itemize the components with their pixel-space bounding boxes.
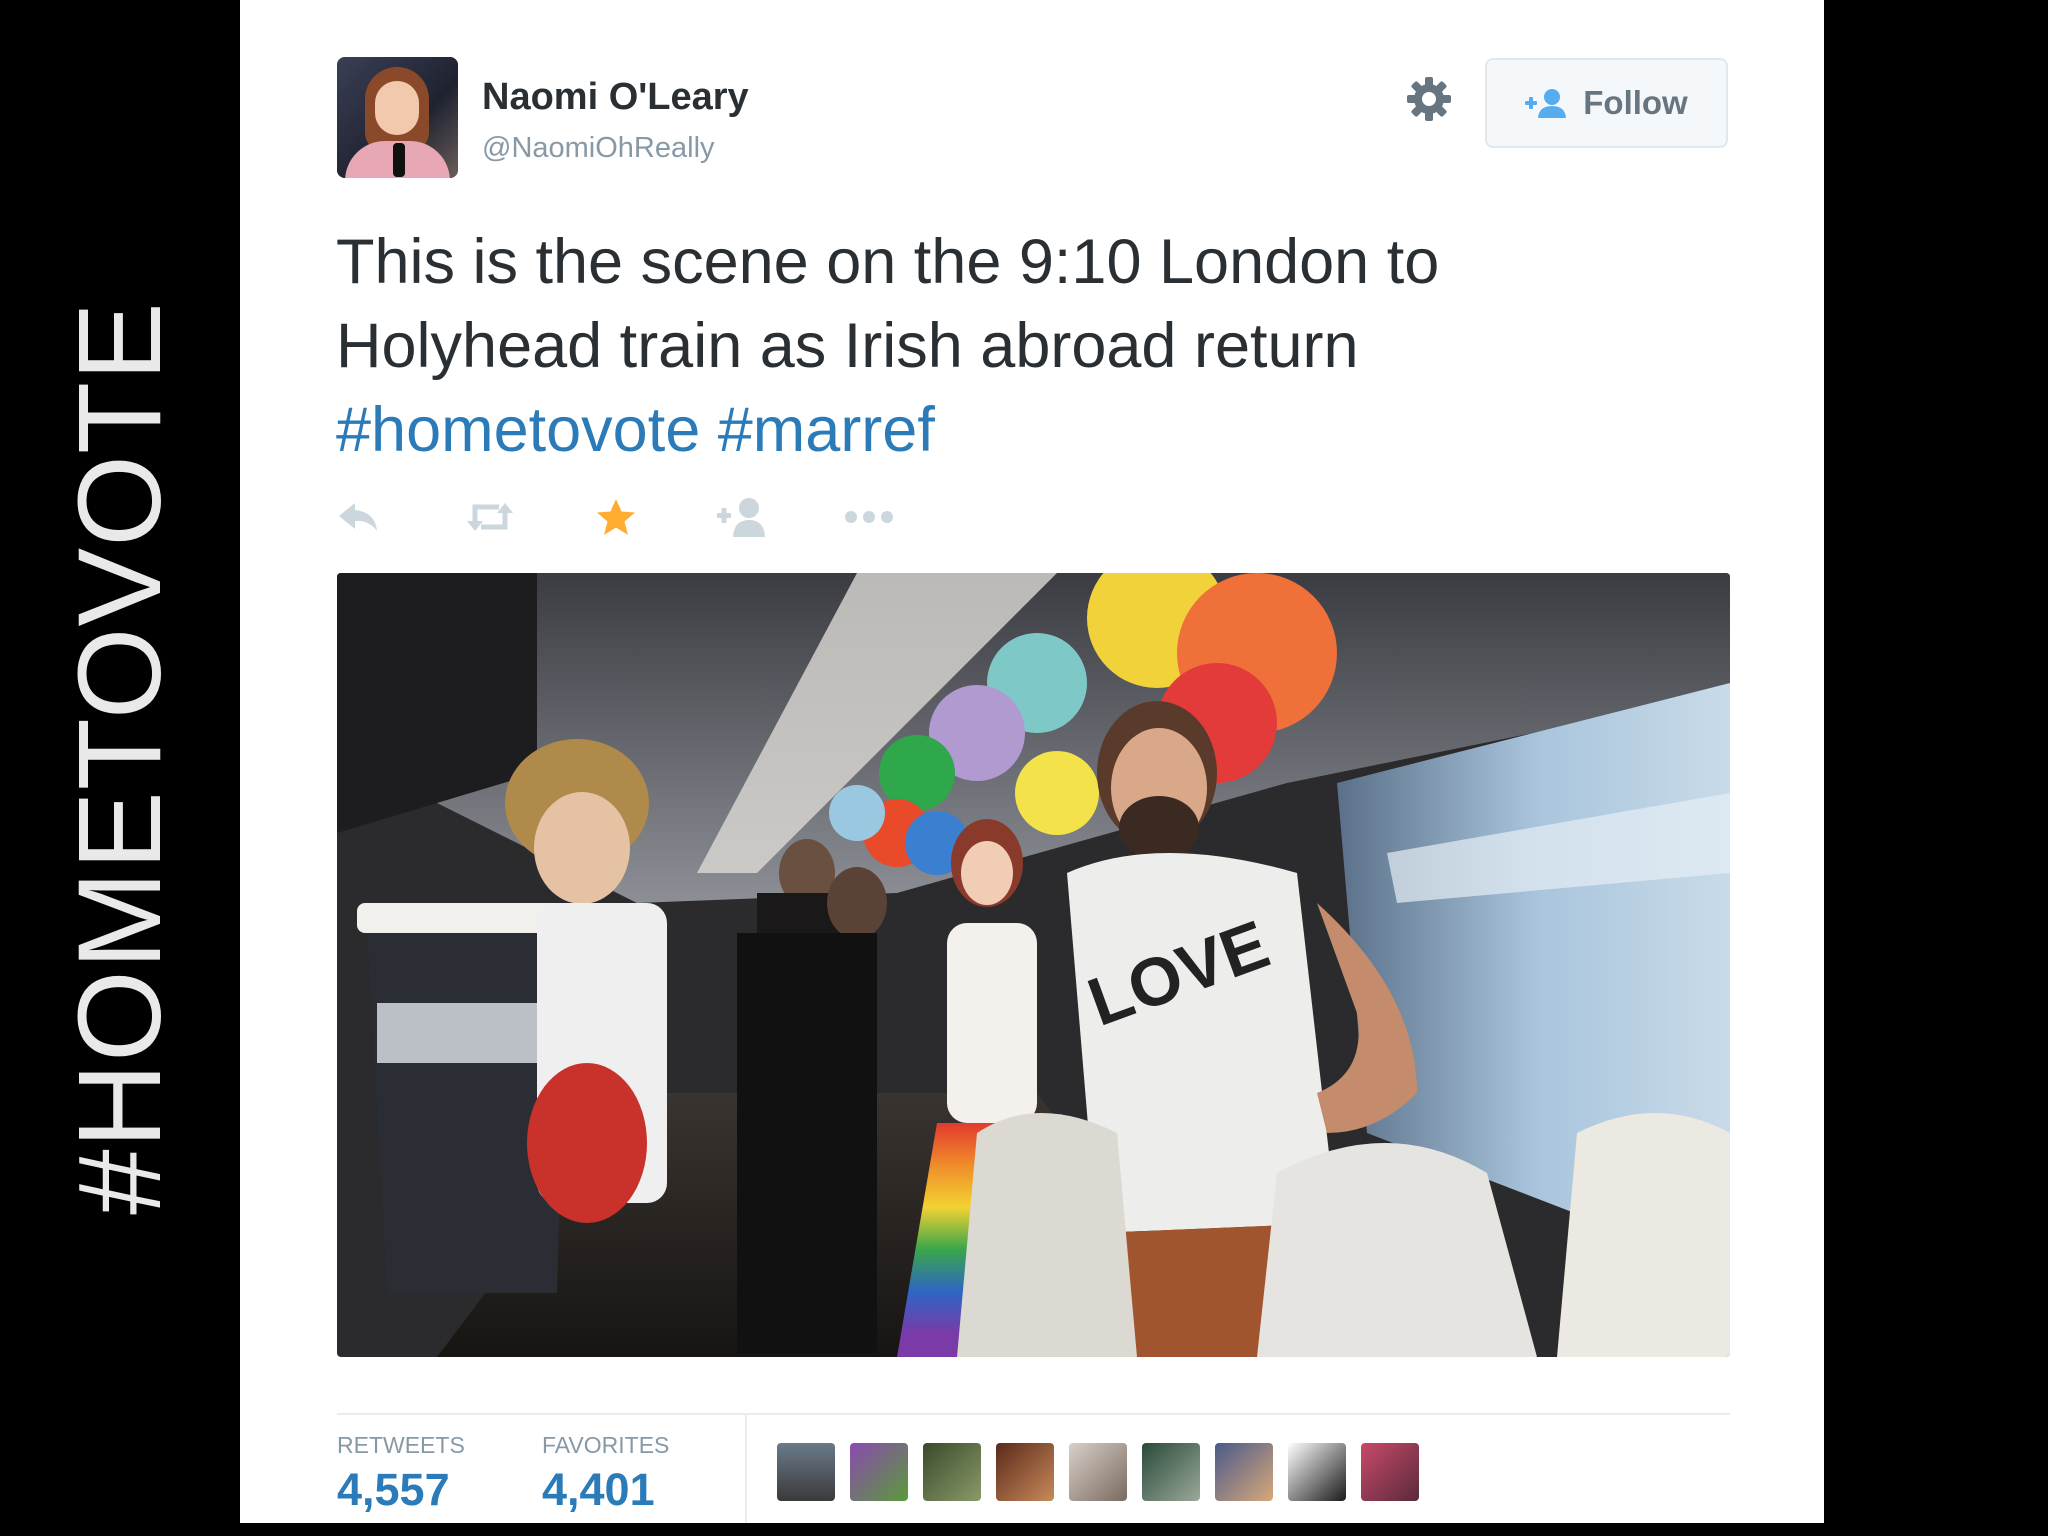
- tweet-text-line-1: This is the scene on the 9:10 London to: [336, 227, 1440, 297]
- favoriter-avatar[interactable]: [1142, 1443, 1200, 1501]
- favoriter-avatar[interactable]: [1361, 1443, 1419, 1501]
- favoriter-avatar[interactable]: [996, 1443, 1054, 1501]
- side-title: #HOMETOVOTE: [0, 0, 240, 1536]
- retweet-icon[interactable]: [465, 497, 515, 542]
- retweets-label: RETWEETS: [337, 1432, 465, 1458]
- favoriter-avatar[interactable]: [777, 1443, 835, 1501]
- hashtag-link[interactable]: #hometovote: [336, 395, 700, 465]
- user-handle[interactable]: @NaomiOhReally: [482, 132, 715, 165]
- user-name[interactable]: Naomi O'Leary: [482, 76, 749, 119]
- add-user-icon: [1525, 89, 1567, 118]
- favoriter-avatar[interactable]: [923, 1443, 981, 1501]
- more-icon[interactable]: [843, 509, 895, 530]
- follow-label: Follow: [1583, 84, 1688, 121]
- hashtag-link[interactable]: #marref: [718, 395, 935, 465]
- favoriter-avatar[interactable]: [850, 1443, 908, 1501]
- reply-icon[interactable]: [337, 497, 381, 542]
- stats-vertical-divider: [745, 1413, 747, 1523]
- favorites-label: FAVORITES: [542, 1432, 670, 1458]
- gear-icon[interactable]: [1403, 73, 1455, 125]
- avatar[interactable]: [337, 57, 458, 178]
- favoriter-avatar[interactable]: [1215, 1443, 1273, 1501]
- tweet-text: This is the scene on the 9:10 London to …: [336, 220, 1636, 472]
- retweets-count[interactable]: 4,557: [337, 1464, 450, 1516]
- favoriter-avatar[interactable]: [1069, 1443, 1127, 1501]
- tweet-text-line-2: Holyhead train as Irish abroad return: [336, 311, 1359, 381]
- follow-button[interactable]: Follow: [1485, 58, 1728, 148]
- tweet-photo[interactable]: LOVE: [337, 573, 1730, 1357]
- favorites-count[interactable]: 4,401: [542, 1464, 655, 1516]
- star-icon[interactable]: [595, 497, 637, 542]
- add-user-icon[interactable]: [717, 497, 769, 542]
- stats-divider: [337, 1413, 1730, 1415]
- favoriter-avatar[interactable]: [1288, 1443, 1346, 1501]
- side-title-text: #HOMETOVOTE: [54, 301, 186, 1215]
- tweet-card: Naomi O'Leary @NaomiOhReally Follow This…: [240, 0, 1824, 1523]
